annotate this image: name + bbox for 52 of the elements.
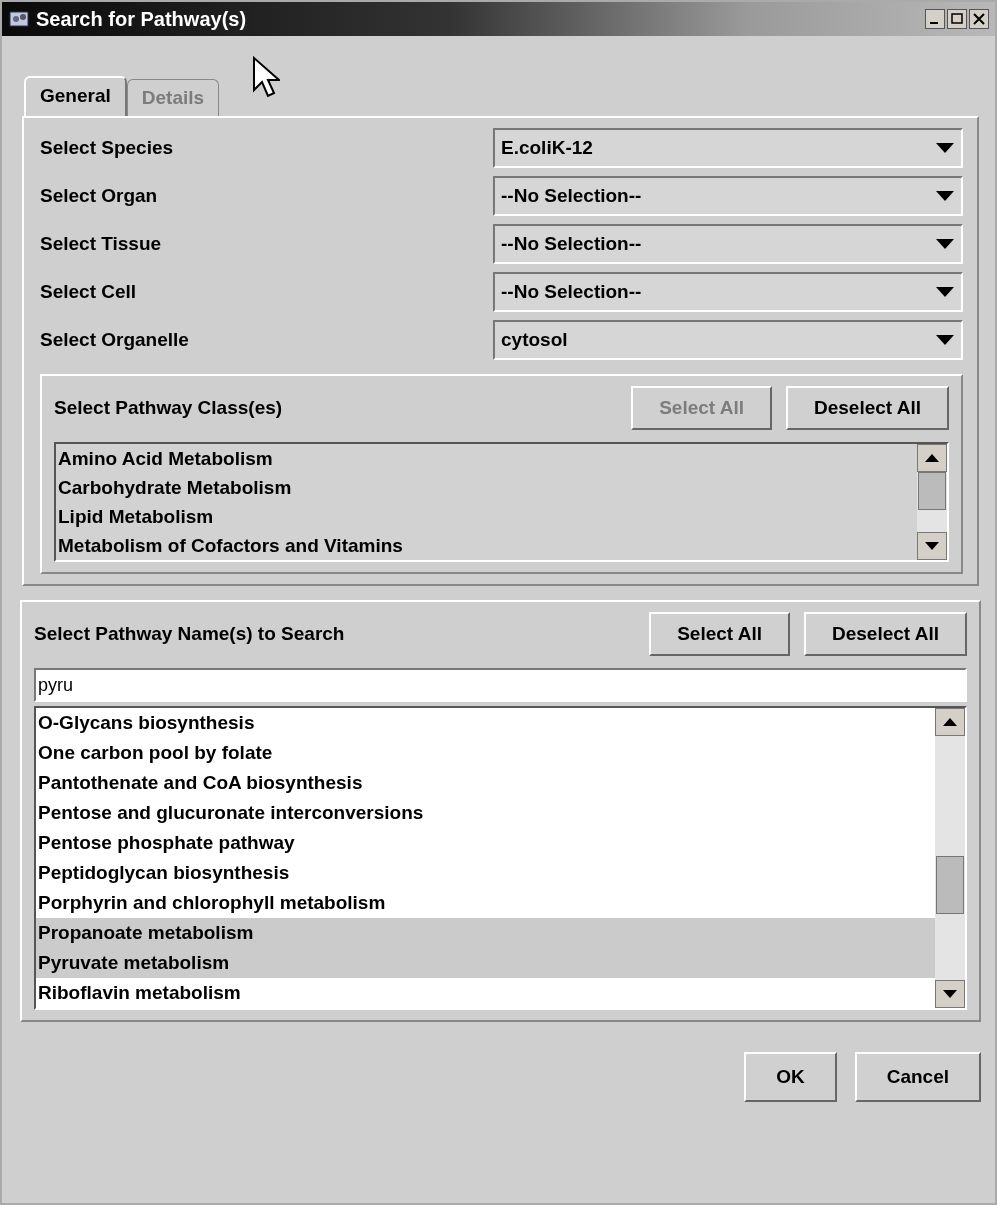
caret-icon [935,286,955,298]
list-item[interactable]: Carbohydrate Metabolism [56,473,917,502]
list-item[interactable]: O-Glycans biosynthesis [36,708,935,738]
dropdown[interactable]: --No Selection-- [493,272,963,312]
button[interactable]: Select All [649,612,790,656]
caret-icon [935,142,955,154]
caret-icon [935,190,955,202]
scroll-thumb[interactable] [918,472,946,510]
dropdown[interactable]: --No Selection-- [493,176,963,216]
list-item[interactable]: Metabolism of Cofactors and Vitamins [56,531,917,560]
list-item[interactable]: Peptidoglycan biosynthesis [36,858,935,888]
scroll-down-icon[interactable] [935,980,965,1008]
button[interactable]: OK [744,1052,837,1102]
minimize-icon[interactable] [925,9,945,29]
list-item[interactable]: Pyruvate metabolism [36,948,935,978]
field-label: Select Organ [40,185,159,207]
list-item[interactable]: Pentose and glucuronate interconversions [36,798,935,828]
mouse-pointer-icon [252,56,280,98]
list-item[interactable]: Riboflavin metabolism [36,978,935,1008]
filter-field[interactable]: pyru [34,668,967,702]
field-label: Select Organelle [40,329,190,351]
list-item[interactable]: Pentose phosphate pathway [36,828,935,858]
tab[interactable]: General [24,76,127,116]
button[interactable]: Cancel [854,1052,981,1102]
list-item[interactable]: Porphyrin and chlorophyll metabolism [36,888,935,918]
close-icon[interactable] [969,9,989,29]
dropdown[interactable]: --No Selection-- [493,224,963,264]
list-item[interactable]: Lipid Metabolism [56,502,917,531]
section-label: Select Pathway Name(s) to Search [34,623,346,645]
button[interactable]: Deselect All [804,612,967,656]
scroll-down-icon[interactable] [917,532,947,560]
dropdown[interactable]: E.coliK-12 [493,128,963,168]
scroll-up-icon[interactable] [935,708,965,736]
field-label: Select Tissue [40,233,163,255]
list-item[interactable]: Propanoate metabolism [36,918,935,948]
field-label: Select Cell [40,281,138,303]
scroll-up-icon[interactable] [917,444,947,472]
button[interactable]: Deselect All [786,386,949,430]
list-item[interactable]: One carbon pool by folate [36,738,935,768]
list-item[interactable]: Pantothenate and CoA biosynthesis [36,768,935,798]
caret-icon [935,334,955,346]
list-item[interactable]: Amino Acid Metabolism [56,444,917,473]
section-label: Select Pathway Class(es) [54,397,284,419]
dropdown[interactable]: cytosol [493,320,963,360]
scrollbar[interactable] [917,444,947,560]
app-icon [8,8,30,30]
window-title: Search for Pathway(s) [36,7,248,31]
field-label: Select Species [40,137,175,159]
scrollbar[interactable] [935,708,965,1008]
caret-icon [935,238,955,250]
scroll-thumb[interactable] [936,856,964,914]
maximize-icon[interactable] [947,9,967,29]
